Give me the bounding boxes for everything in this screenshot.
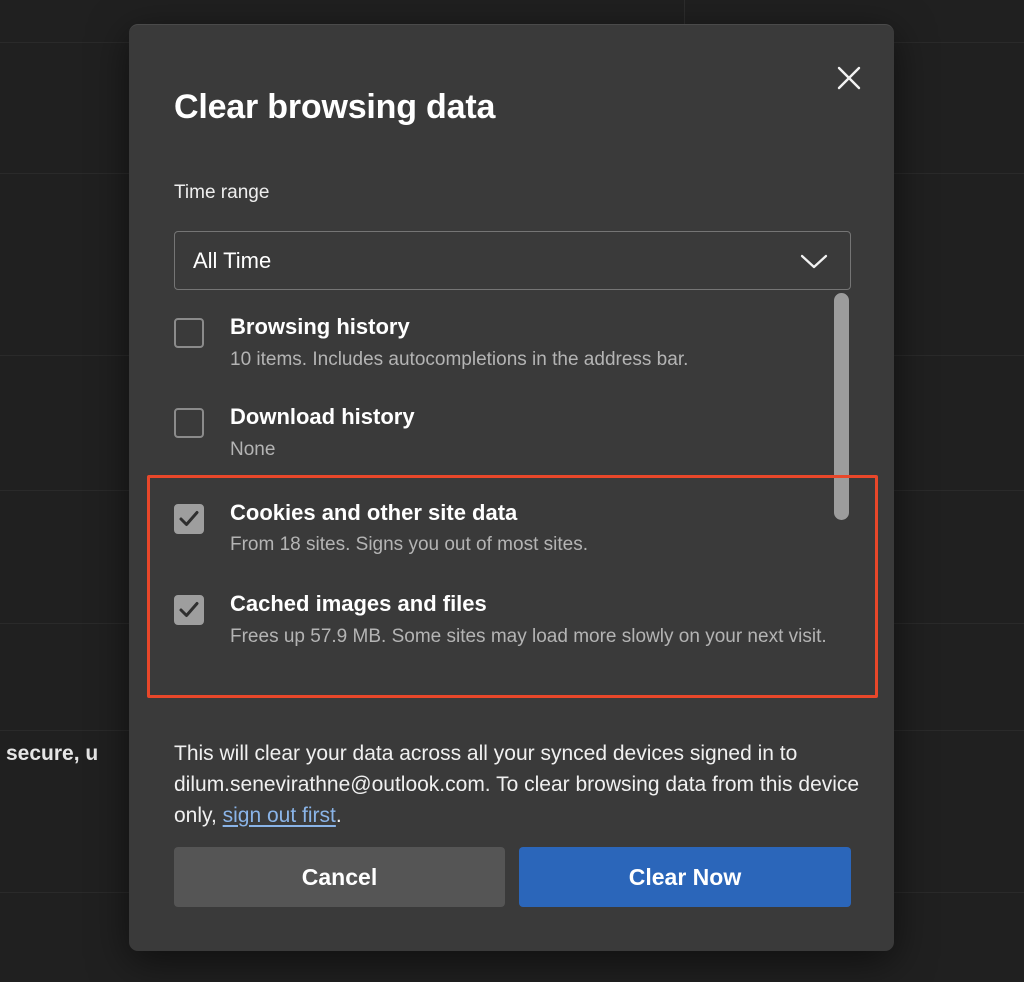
close-icon (836, 65, 862, 91)
option-cached-images-and-files[interactable]: Cached images and files Frees up 57.9 MB… (174, 591, 894, 655)
option-text: Browsing history 10 items. Includes auto… (230, 314, 894, 374)
check-icon (178, 599, 200, 621)
option-text: Cached images and files Frees up 57.9 MB… (230, 591, 894, 651)
checkbox-cached-images-and-files[interactable] (174, 595, 204, 625)
option-text: Download history None (230, 404, 894, 464)
option-title: Browsing history (230, 314, 894, 341)
checkbox-download-history[interactable] (174, 408, 204, 438)
option-description: From 18 sites. Signs you out of most sit… (230, 532, 894, 559)
chevron-down-icon (798, 251, 830, 271)
sync-notice: This will clear your data across all you… (174, 739, 864, 832)
option-title: Cached images and files (230, 591, 894, 618)
time-range-selected-value: All Time (193, 248, 271, 274)
option-browsing-history[interactable]: Browsing history 10 items. Includes auto… (174, 314, 894, 378)
background-text-fragment: secure, u (6, 742, 98, 766)
sign-out-first-link[interactable]: sign out first (223, 804, 336, 827)
cancel-button[interactable]: Cancel (174, 847, 505, 907)
checkbox-cookies-and-site-data[interactable] (174, 504, 204, 534)
options-scrollbar-track[interactable] (834, 293, 849, 525)
time-range-label: Time range (174, 182, 269, 204)
clear-now-button[interactable]: Clear Now (519, 847, 851, 907)
option-title: Download history (230, 404, 894, 431)
option-description: None (230, 437, 894, 464)
sync-notice-text-after-link: . (336, 804, 342, 827)
option-description: Frees up 57.9 MB. Some sites may load mo… (230, 624, 855, 651)
data-type-options-list: Browsing history 10 items. Includes auto… (174, 314, 894, 726)
options-scrollbar-thumb[interactable] (834, 293, 849, 520)
time-range-dropdown[interactable]: All Time (174, 231, 851, 290)
close-button[interactable] (826, 55, 872, 101)
option-download-history[interactable]: Download history None (174, 404, 894, 468)
checkbox-browsing-history[interactable] (174, 318, 204, 348)
option-text: Cookies and other site data From 18 site… (230, 500, 894, 560)
check-icon (178, 508, 200, 530)
option-description: 10 items. Includes autocompletions in th… (230, 347, 894, 374)
clear-browsing-data-dialog: Clear browsing data Time range All Time … (129, 24, 894, 951)
dialog-title: Clear browsing data (174, 88, 495, 127)
option-title: Cookies and other site data (230, 500, 894, 527)
option-cookies-and-site-data[interactable]: Cookies and other site data From 18 site… (174, 500, 894, 564)
